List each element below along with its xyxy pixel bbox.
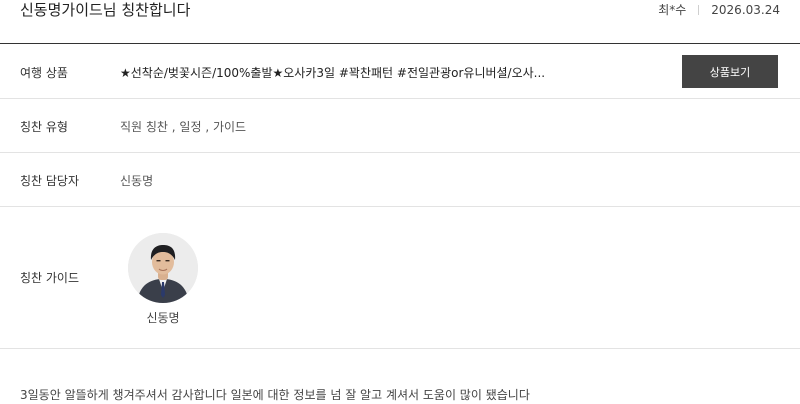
praise-comment: 3일동안 알뜰하게 챙겨주셔서 감사합니다 일본에 대한 정보를 넘 잘 알고 … <box>20 388 530 402</box>
praise-staff-value: 신동명 <box>120 174 154 188</box>
product-label: 여행 상품 <box>20 66 68 80</box>
product-row: 여행 상품 ★선착순/벚꽃시즌/100%출발★오사카3일 #꽉찬패턴 #전일관광… <box>0 44 800 99</box>
praise-staff-row: 칭찬 담당자 신동명 <box>0 153 800 207</box>
guide-avatar-icon <box>128 233 198 303</box>
post-meta: 최*수 2026.03.24 <box>658 1 780 18</box>
guide-avatar <box>128 233 198 303</box>
praise-guide-row: 칭찬 가이드 신동명 <box>0 207 800 349</box>
post-author: 최*수 <box>658 3 687 17</box>
view-product-button[interactable]: 상품보기 <box>682 55 778 88</box>
post-title: 신동명가이드님 칭찬합니다 <box>20 1 191 19</box>
praise-type-value: 직원 칭찬 , 일정 , 가이드 <box>120 120 247 134</box>
meta-divider <box>698 5 700 15</box>
post-date: 2026.03.24 <box>711 3 780 17</box>
praise-guide-label: 칭찬 가이드 <box>20 271 80 285</box>
praise-staff-label: 칭찬 담당자 <box>20 174 80 188</box>
post-header: 신동명가이드님 칭찬합니다 최*수 2026.03.24 <box>0 0 800 44</box>
product-link[interactable]: ★선착순/벚꽃시즌/100%출발★오사카3일 #꽉찬패턴 #전일관광or유니버셜… <box>120 64 560 81</box>
guide-name: 신동명 <box>146 311 180 325</box>
praise-type-label: 칭찬 유형 <box>20 120 68 134</box>
praise-type-row: 칭찬 유형 직원 칭찬 , 일정 , 가이드 <box>0 99 800 153</box>
